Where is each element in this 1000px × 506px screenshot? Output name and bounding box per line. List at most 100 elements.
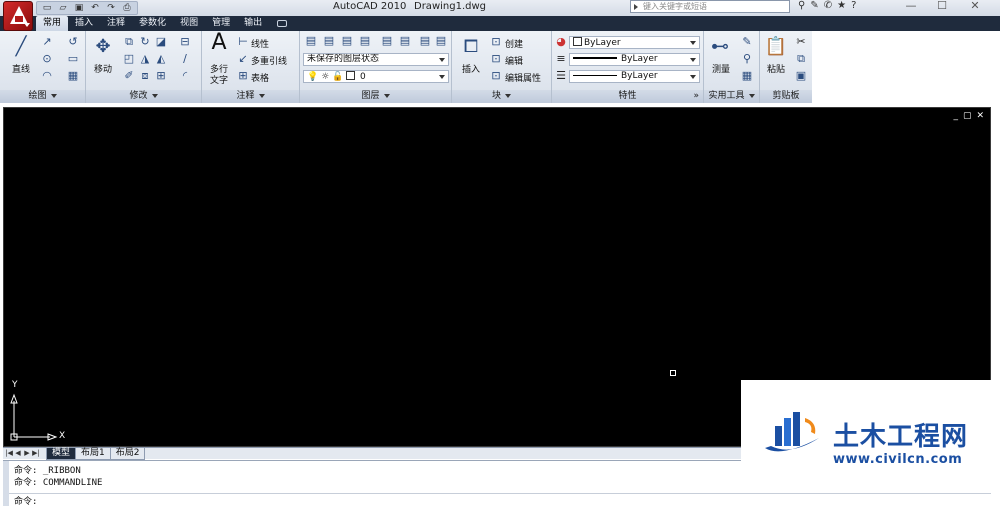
line-button-label[interactable]: 直线 [12,62,30,75]
open-icon[interactable]: ▱ [56,2,70,14]
color-wheel-icon[interactable]: ◕ [554,35,568,49]
color-select[interactable]: ByLayer [569,36,700,49]
mirror-icon[interactable]: ◰ [122,52,136,66]
line-icon[interactable]: ╱ [8,35,34,59]
application-menu-button[interactable] [3,1,33,31]
lineweight-select[interactable]: ByLayer [569,53,700,66]
point-icon[interactable]: ⚲ [740,52,754,66]
ribbon-minimize-icon[interactable] [277,20,288,27]
paste-label[interactable]: 粘贴 [767,62,785,75]
layer-match-icon[interactable]: ▤ [340,34,354,48]
multileader-label[interactable]: 多重引线 [251,54,287,67]
paste-icon[interactable]: 📋 [763,35,789,59]
linear-dimension-icon[interactable]: ⊢ [236,35,250,49]
close-button[interactable]: ✕ [962,0,988,13]
measure-icon[interactable]: ⊷ [707,35,733,59]
tab-insert[interactable]: 插入 [68,16,100,31]
move-button-label[interactable]: 移动 [94,62,112,75]
panel-title-block[interactable]: 块 [452,90,551,103]
plot-icon[interactable]: ⎙ [120,2,134,14]
create-block-label[interactable]: 创建 [505,37,523,50]
panel-title-layers[interactable]: 图层 [300,90,451,103]
mtext-icon[interactable]: A [206,31,232,55]
tab-layout2[interactable]: 布局2 [109,448,146,460]
tab-output[interactable]: 输出 [237,16,269,31]
create-block-icon[interactable]: ⊡ [489,35,503,49]
previous-layout-icon[interactable]: ◀ [14,449,22,458]
tools-icon[interactable]: ✎ [810,0,818,11]
linear-dimension-label[interactable]: 线性 [251,37,269,50]
insert-label[interactable]: 插入 [462,62,480,75]
tab-manage[interactable]: 管理 [205,16,237,31]
fillet-icon[interactable]: ◮ [138,52,152,66]
layer-lock-icon[interactable]: ▤ [418,34,432,48]
calculator-icon[interactable]: ▦ [740,69,754,83]
linetype-icon[interactable]: ☰ [554,69,568,83]
measure-label[interactable]: 测量 [712,62,730,75]
table-label[interactable]: 表格 [251,71,269,84]
viewport-restore-button[interactable]: ▢ [963,111,972,121]
undo-icon[interactable]: ↶ [88,2,102,14]
command-prompt-input[interactable]: 命令: [14,494,37,506]
last-layout-icon[interactable]: ▶| [32,449,40,458]
maximize-button[interactable]: ☐ [929,0,955,13]
polyline-icon[interactable]: ↗ [40,35,54,49]
trim-icon[interactable]: ◪ [154,35,168,49]
help-icon[interactable]: ? [851,0,856,11]
linetype-select[interactable]: ByLayer [569,70,700,83]
chamfer-icon[interactable]: ◜ [178,69,192,83]
communication-icon[interactable]: ✆ [824,0,832,11]
copy-icon[interactable]: ⧉ [122,35,136,49]
edit-attributes-label[interactable]: 编辑属性 [505,71,541,84]
tab-view[interactable]: 视图 [173,16,205,31]
mtext-label-line2[interactable]: 文字 [210,73,228,86]
layer-off-icon[interactable]: ▤ [398,34,412,48]
next-layout-icon[interactable]: ▶ [23,449,31,458]
edit-block-label[interactable]: 编辑 [505,54,523,67]
rotate-icon[interactable]: ↻ [138,35,152,49]
layer-previous-icon[interactable]: ▤ [322,34,336,48]
search-input[interactable]: 键入关键字或短语 [630,0,790,13]
panel-expand-button[interactable]: » [693,90,699,103]
offset-icon[interactable]: ⧈ [138,69,152,83]
rectangle-icon[interactable]: ▭ [66,52,80,66]
cut-icon[interactable]: ✂ [794,35,808,49]
explode-icon[interactable]: ∕ [178,52,192,66]
rotate-icon[interactable]: ↺ [66,35,80,49]
edit-attributes-icon[interactable]: ⊡ [489,69,503,83]
panel-title-clipboard[interactable]: 剪贴板 [760,90,812,103]
viewport-close-button[interactable]: ✕ [976,111,984,121]
quick-select-icon[interactable]: ✎ [740,35,754,49]
panel-title-modify[interactable]: 修改 [86,90,201,103]
tab-parametric[interactable]: 参数化 [132,16,173,31]
erase-icon[interactable]: ✐ [122,69,136,83]
circle-icon[interactable]: ⊙ [40,52,54,66]
move-icon[interactable]: ✥ [90,35,116,59]
tab-annotate[interactable]: 注释 [100,16,132,31]
tab-home[interactable]: 常用 [36,16,69,31]
minimize-button[interactable]: — [898,0,924,13]
favorites-icon[interactable]: ★ [837,0,846,11]
redo-icon[interactable]: ↷ [104,2,118,14]
match-properties-icon[interactable]: ▣ [794,69,808,83]
layer-isolate-icon[interactable]: ▤ [358,34,372,48]
stretch-icon[interactable]: ⊟ [178,35,192,49]
layer-walk-icon[interactable]: ▤ [434,34,448,48]
copy-icon[interactable]: ⧉ [794,52,808,66]
edit-block-icon[interactable]: ⊡ [489,52,503,66]
panel-title-annotation[interactable]: 注释 [202,90,299,103]
new-icon[interactable]: ▭ [40,2,54,14]
layer-state-select[interactable]: 未保存的图层状态 [303,53,449,66]
current-layer-select[interactable]: 💡 ☼ 🔓 0 [303,70,449,83]
panel-title-utilities[interactable]: 实用工具 [704,90,759,103]
array-icon[interactable]: ⊞ [154,69,168,83]
hatch-icon[interactable]: ▦ [66,69,80,83]
multileader-icon[interactable]: ↙ [236,52,250,66]
tab-layout1[interactable]: 布局1 [75,448,111,460]
save-icon[interactable]: ▣ [72,2,86,14]
tab-model[interactable]: 模型 [46,448,77,460]
insert-block-icon[interactable]: ⧠ [458,35,484,59]
arc-icon[interactable]: ◠ [40,69,54,83]
scale-icon[interactable]: ◭ [154,52,168,66]
layer-properties-icon[interactable]: ▤ [304,34,318,48]
